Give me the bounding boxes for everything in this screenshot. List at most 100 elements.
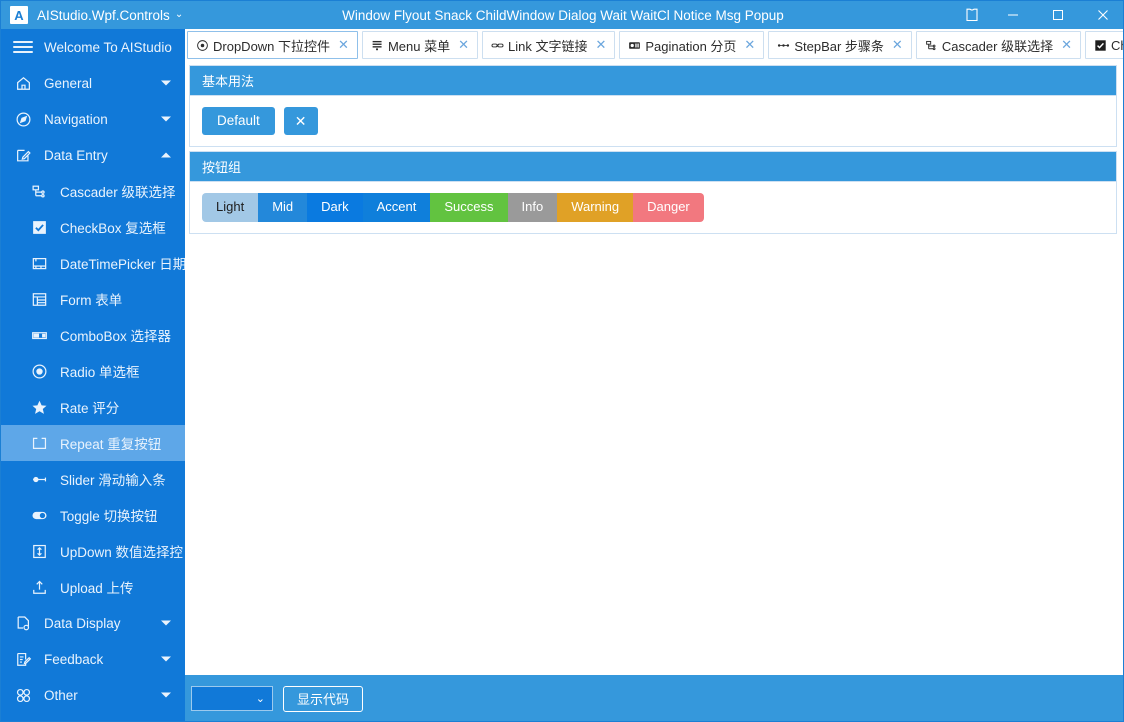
repeat-icon: [29, 433, 49, 453]
group-button-warning[interactable]: Warning: [557, 193, 634, 222]
tab-close-icon[interactable]: ✕: [892, 37, 903, 53]
sidebar-item-label: Navigation: [44, 111, 108, 127]
group-button-info[interactable]: Info: [507, 193, 558, 222]
chevron-down-icon: ⌄: [255, 693, 265, 705]
sidebar-item-repeat[interactable]: Repeat 重复按钮: [1, 425, 185, 461]
sidebar-item-upload[interactable]: Upload 上传: [1, 569, 185, 605]
sidebar-item-label: Other: [44, 687, 78, 703]
menu-icon: [371, 39, 384, 52]
shirt-icon[interactable]: [954, 1, 990, 29]
close-icon-button[interactable]: ✕: [283, 107, 318, 135]
tab-close-icon[interactable]: ✕: [595, 37, 606, 53]
sidebar-item-cascader[interactable]: Cascader 级联选择: [1, 173, 185, 209]
tab-label: Link 文字链接: [507, 38, 588, 54]
feedback-icon: [13, 649, 33, 669]
bottom-bar: ⌄ 显示代码: [185, 675, 1123, 721]
compass-icon: [13, 109, 33, 129]
group-button-accent[interactable]: Accent: [362, 193, 431, 222]
app-logo-icon: A: [10, 6, 28, 24]
chevron-down-icon: [161, 692, 171, 698]
sidebar-header[interactable]: Welcome To AIStudio: [1, 29, 185, 65]
combobox-icon: [29, 325, 49, 345]
tab-close-icon[interactable]: ✕: [338, 37, 349, 53]
default-repeat-button[interactable]: Default: [202, 107, 275, 135]
tab-label: DropDown 下拉控件: [213, 38, 331, 54]
show-code-button[interactable]: 显示代码: [283, 685, 364, 712]
chevron-down-icon[interactable]: ⌄: [175, 10, 183, 20]
calendar-icon: [29, 253, 49, 273]
sidebar-item-label: Feedback: [44, 651, 104, 667]
tab-cascader[interactable]: Cascader 级联选择 ✕: [915, 31, 1081, 59]
sidebar-item-updown[interactable]: UpDown 数值选择控: [1, 533, 185, 569]
tab-checki[interactable]: CheckI⌄: [1084, 31, 1123, 59]
tab-label: Pagination 分页: [645, 38, 737, 54]
sidebar-item-feedback[interactable]: Feedback: [1, 641, 185, 677]
tab-close-icon[interactable]: ✕: [1061, 37, 1072, 53]
sidebar-item-data[interactable]: Data Display: [1, 605, 185, 641]
star-icon: [29, 397, 49, 417]
checkbox-icon: [29, 217, 49, 237]
hamburger-icon[interactable]: [13, 41, 33, 53]
button-row: Default ✕: [202, 107, 1104, 135]
tab-label: StepBar 步骤条: [794, 38, 884, 54]
sidebar-item-toggle[interactable]: Toggle 切换按钮: [1, 497, 185, 533]
target-icon: [196, 39, 209, 52]
window-controls: [954, 1, 1123, 29]
group-button-light[interactable]: Light: [202, 193, 259, 222]
stepbar-icon: [777, 39, 790, 52]
sidebar-item-navigation[interactable]: Navigation: [1, 101, 185, 137]
card-body: Default ✕: [189, 95, 1117, 147]
sidebar-item-combobox[interactable]: ComboBox 选择器: [1, 317, 185, 353]
chevron-down-icon: [161, 656, 171, 662]
card-basic-usage: 基本用法 Default ✕: [189, 65, 1117, 147]
tab-label: CheckI: [1110, 37, 1123, 53]
group-button-mid[interactable]: Mid: [258, 193, 308, 222]
card-title: 按钮组: [189, 151, 1117, 181]
pagination-icon: [628, 39, 641, 52]
group-button-dark[interactable]: Dark: [307, 193, 363, 222]
maximize-button[interactable]: [1035, 1, 1080, 29]
sidebar-item-label: Rate 评分: [60, 401, 120, 416]
content-area: 基本用法 Default ✕ 按钮组 Light Mid Dark Accent Suc…: [185, 61, 1123, 675]
grid-four-icon: [13, 685, 33, 705]
group-button-success[interactable]: Success: [430, 193, 508, 222]
chevron-down-icon: [161, 80, 171, 86]
sidebar-item-label: Upload 上传: [60, 581, 134, 596]
group-button-danger[interactable]: Danger: [633, 193, 704, 222]
data-display-icon: [13, 613, 33, 633]
tab-pagination[interactable]: Pagination 分页 ✕: [619, 31, 765, 59]
tab-stepbar[interactable]: StepBar 步骤条 ✕: [768, 31, 912, 59]
sidebar-item-slider[interactable]: Slider 滑动输入条: [1, 461, 185, 497]
sidebar-item-label: Radio 单选框: [60, 365, 140, 380]
chevron-down-icon: [161, 116, 171, 122]
sidebar-item-label: General: [44, 75, 93, 91]
card-body: Light Mid Dark Accent Success Info Warning Dang…: [189, 181, 1117, 234]
sidebar-item-rate[interactable]: Rate 评分: [1, 389, 185, 425]
chevron-up-icon: [161, 152, 171, 158]
sidebar-item-form[interactable]: Form 表单: [1, 281, 185, 317]
sidebar-item-other[interactable]: Other: [1, 677, 185, 713]
tab-link[interactable]: Link 文字链接 ✕: [481, 31, 616, 59]
app-title: AIStudio.Wpf.Controls: [37, 7, 170, 23]
tab-menu[interactable]: Menu 菜单 ✕: [361, 31, 478, 59]
sidebar-item-radio[interactable]: Radio 单选框: [1, 353, 185, 389]
sidebar-item-label: UpDown 数值选择控: [60, 545, 184, 560]
theme-select[interactable]: ⌄: [191, 686, 273, 711]
tab-close-icon[interactable]: ✕: [744, 37, 755, 53]
sidebar-item-checkbox[interactable]: CheckBox 复选框: [1, 209, 185, 245]
cascader-icon: [925, 39, 938, 52]
chevron-down-icon: [161, 620, 171, 626]
minimize-button[interactable]: [990, 1, 1035, 29]
sidebar-item-label: Form 表单: [60, 293, 123, 308]
sidebar-item-general[interactable]: General: [1, 65, 185, 101]
window-menu-title[interactable]: Window Flyout Snack ChildWindow Dialog W…: [342, 8, 784, 23]
sidebar-item-datetimepicker[interactable]: DateTimePicker 日期: [1, 245, 185, 281]
radio-icon: [29, 361, 49, 381]
sidebar-header-label: Welcome To AIStudio: [44, 39, 172, 55]
updown-icon: [29, 541, 49, 561]
close-button[interactable]: [1080, 1, 1123, 29]
tab-close-icon[interactable]: ✕: [458, 37, 469, 53]
sidebar-item-data[interactable]: Data Entry: [1, 137, 185, 173]
tab-dropdown[interactable]: DropDown 下拉控件 ✕: [187, 31, 358, 59]
link-icon: [491, 39, 504, 52]
